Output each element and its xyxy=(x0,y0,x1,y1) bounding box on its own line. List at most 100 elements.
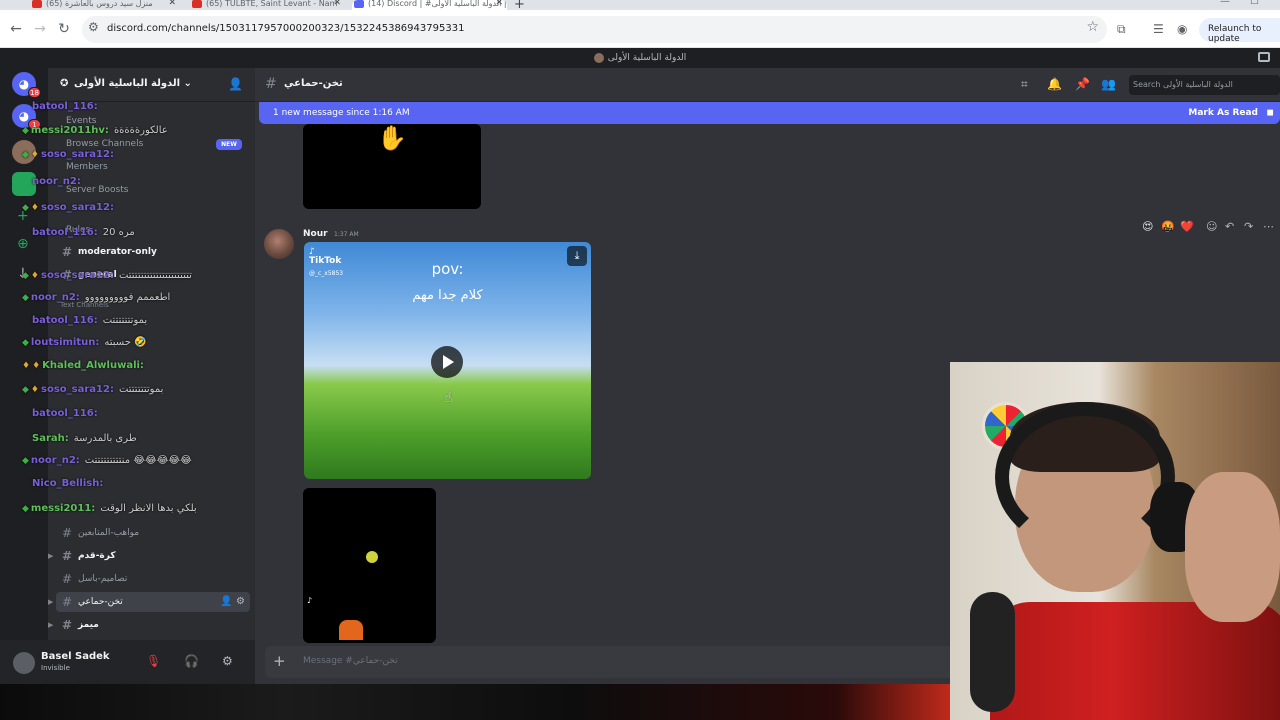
discord-title-bar: الدولة الباسلية الأولى xyxy=(0,48,1280,68)
browser-tab[interactable]: (65) منزل سيد دروس بالعاشرة ✕ xyxy=(30,0,180,10)
channel-group-chat[interactable]: ▶ # تخن-حماعي 👤 ⚙ xyxy=(48,592,250,612)
stream-chat-line: ◆ noor_n2: اطعممم فووووووووو xyxy=(22,292,171,303)
video-attachment[interactable]: ♪ xyxy=(303,488,436,643)
server-header[interactable]: ✪ الدولة الباسلية الأولى ⌄ 👤 xyxy=(48,68,255,102)
new-badge: NEW xyxy=(216,139,242,150)
discord-favicon-icon xyxy=(354,0,364,8)
channel-label: تصاميم-باسل xyxy=(78,574,128,584)
channel-label: ميمز xyxy=(78,620,99,630)
collapse-caret-icon: ▶ xyxy=(48,598,54,606)
collapse-caret-icon: ▶ xyxy=(48,552,54,560)
channel-football[interactable]: ▶ # كرة-قدم xyxy=(48,546,250,566)
close-tab-icon[interactable]: ✕ xyxy=(495,0,503,8)
forward-icon[interactable]: ↷ xyxy=(1244,220,1253,233)
figure-shape xyxy=(339,620,363,640)
channel-label: كرة-قدم xyxy=(78,551,116,561)
home-button[interactable]: ◕ 18 xyxy=(12,72,41,98)
extensions-icon[interactable]: ⧉ xyxy=(1117,22,1126,37)
stream-chat-line: batool_116: xyxy=(32,408,98,419)
hash-icon: # xyxy=(62,549,73,563)
tab-title: (65) TULBTE, Saint Levant - Nam xyxy=(206,0,338,8)
member-list-icon[interactable]: 👥 xyxy=(1101,77,1116,91)
reaction-heart-icon[interactable]: ❤️ xyxy=(1180,220,1194,233)
channel-label: تخن-حماعي xyxy=(78,597,123,607)
verified-server-icon: ✪ xyxy=(60,78,69,89)
mark-as-read-button[interactable]: Mark As Read xyxy=(1188,102,1258,124)
pinned-messages-icon[interactable]: 📌 xyxy=(1075,77,1090,91)
channel-moderator-only[interactable]: # moderator-only xyxy=(56,242,250,262)
tab-title: (14) Discord | #تخن-حماعي | الدولة الباس… xyxy=(368,0,507,8)
threads-icon[interactable]: ⌗ xyxy=(1021,77,1028,92)
minimize-window-icon[interactable]: — xyxy=(1220,0,1230,7)
search-input[interactable]: Search الدولة الباسلية الأولى xyxy=(1129,75,1280,95)
stream-chat-line: ◆ ♦ soso_sara12: xyxy=(22,149,114,160)
download-icon[interactable]: ⤓ xyxy=(567,246,587,266)
channel-memes[interactable]: ▶ # ميمز xyxy=(48,615,250,635)
close-tab-icon[interactable]: ✕ xyxy=(333,0,341,8)
user-status: Invisible xyxy=(41,664,70,672)
relaunch-button[interactable]: Relaunch to update xyxy=(1199,18,1280,44)
user-settings-icon[interactable]: ⚙ xyxy=(222,654,233,668)
tiktok-video-embed[interactable]: ♪ TikTok @_c_x5853 pov: كلام جدا مهم ⤓ xyxy=(304,242,591,479)
channel-designs[interactable]: # تصاميم-باسل xyxy=(56,569,250,589)
new-messages-text: 1 new message since 1:16 AM xyxy=(273,108,410,118)
channel-talents[interactable]: # مواهب-المتابعين xyxy=(56,523,250,543)
mute-mic-icon[interactable]: 🎙 xyxy=(146,654,161,668)
channel-settings-icon[interactable]: ⚙ xyxy=(236,592,245,612)
hash-icon: # xyxy=(62,572,73,586)
reload-icon[interactable]: ↻ xyxy=(56,21,72,37)
screen: (65) منزل سيد دروس بالعاشرة ✕ (65) TULBT… xyxy=(0,0,1280,720)
invite-people-icon[interactable]: 👤 xyxy=(228,77,243,91)
avatar[interactable] xyxy=(264,229,294,259)
ball-shape xyxy=(366,551,378,563)
reaction-angry-icon[interactable]: 🤬 xyxy=(1161,220,1175,233)
stream-chat-line: batool_116: بموتتتتتتتت xyxy=(32,315,148,326)
bookmark-star-icon[interactable]: ☆ xyxy=(1086,19,1099,35)
message-author[interactable]: Nour xyxy=(303,229,328,239)
reaction-heart-eyes-icon[interactable]: 😍 xyxy=(1142,220,1153,233)
message-input[interactable]: Message #تخن-حماعي xyxy=(303,656,398,666)
hash-icon: # xyxy=(62,245,73,259)
stream-chat-line: ◆ noor_n2: منتتتتتتتتتت 😂😂😂😂😂 xyxy=(22,455,192,466)
browser-tab-strip: (65) منزل سيد دروس بالعاشرة ✕ (65) TULBT… xyxy=(0,0,1280,12)
address-bar[interactable]: ⚙ discord.com/channels/15031179570002003… xyxy=(82,16,1107,43)
media-controls-icon[interactable]: ☰ xyxy=(1153,22,1164,36)
stream-chat-line: ♦ ♦ Khaled_Alwluwali: xyxy=(22,360,144,371)
video-attachment[interactable]: ✋ xyxy=(303,124,481,209)
collapse-caret-icon: ▶ xyxy=(48,621,54,629)
stream-chat-line: ◆ ♦ soso_sara12: xyxy=(22,202,114,213)
browser-tab[interactable]: (65) TULBTE, Saint Levant - Nam ✕ xyxy=(190,0,345,10)
youtube-favicon-icon xyxy=(192,0,202,8)
explore-servers-icon[interactable]: ⊕ xyxy=(17,236,29,252)
profile-icon[interactable]: ◉ xyxy=(1177,22,1187,36)
discord-logo-icon: ◕ xyxy=(18,109,30,123)
video-pov-text: pov: xyxy=(431,260,464,278)
stream-chat-line: noor_n2: xyxy=(32,176,81,187)
message-composer[interactable]: + Message #تخن-حماعي xyxy=(265,646,955,678)
maximize-window-icon[interactable]: ☐ xyxy=(1250,0,1259,7)
add-reaction-icon[interactable]: ☺ xyxy=(1206,220,1217,233)
stream-chat-line: Nico_Bellish: xyxy=(32,478,104,489)
create-invite-icon[interactable]: 👤 xyxy=(220,592,232,612)
username[interactable]: Basel Sadek xyxy=(41,651,110,662)
play-button[interactable] xyxy=(431,346,463,378)
reply-icon[interactable]: ↶ xyxy=(1225,220,1234,233)
stream-chat-line: ◆ messi2011hv: عالكورةةةةة xyxy=(22,125,168,136)
notification-bell-icon[interactable]: 🔔 xyxy=(1047,77,1062,91)
hand-emoji-icon: ✋ xyxy=(377,124,407,152)
attach-plus-icon[interactable]: + xyxy=(273,652,286,670)
discord-logo-icon: ◕ xyxy=(18,77,30,91)
close-tab-icon[interactable]: ✕ xyxy=(168,0,176,8)
avatar[interactable] xyxy=(13,652,35,674)
inbox-icon[interactable] xyxy=(1258,52,1270,62)
new-messages-bar[interactable]: 1 new message since 1:16 AM Mark As Read… xyxy=(259,102,1280,124)
hash-icon: # xyxy=(62,595,73,609)
headphones-icon[interactable]: 🎧 xyxy=(184,654,199,668)
site-info-icon[interactable]: ⚙ xyxy=(88,20,99,34)
forward-arrow-icon[interactable]: → xyxy=(32,21,48,37)
more-options-icon[interactable]: ⋯ xyxy=(1263,220,1274,233)
back-arrow-icon[interactable]: ← xyxy=(8,21,24,37)
tab-title: (65) منزل سيد دروس بالعاشرة xyxy=(46,0,153,8)
menu-members[interactable]: Members xyxy=(66,160,108,174)
browser-tab-active[interactable]: (14) Discord | #تخن-حماعي | الدولة الباس… xyxy=(352,0,507,10)
